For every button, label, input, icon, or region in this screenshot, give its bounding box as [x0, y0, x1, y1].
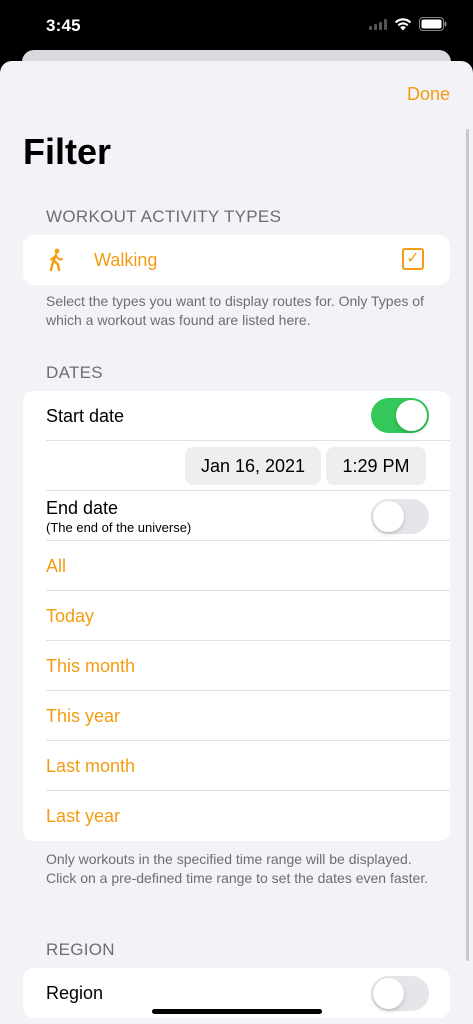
activity-row-walking[interactable]: Walking ✓	[23, 235, 450, 285]
preset-all[interactable]: All	[23, 541, 450, 591]
scroll-indicator[interactable]	[466, 129, 469, 961]
preset-today[interactable]: Today	[23, 591, 450, 641]
status-icons	[369, 17, 447, 31]
status-bar: 3:45	[0, 0, 473, 52]
done-button[interactable]: Done	[407, 84, 450, 105]
activity-types-card: Walking ✓	[23, 235, 450, 285]
preset-last-year[interactable]: Last year	[23, 791, 450, 841]
end-date-row: End date (The end of the universe)	[23, 491, 450, 541]
filter-sheet: Done Filter WORKOUT ACTIVITY TYPES Walki…	[0, 61, 473, 1024]
dates-footer: Only workouts in the specified time rang…	[46, 851, 429, 886]
home-indicator[interactable]	[152, 1009, 322, 1014]
start-time-picker[interactable]: 1:29 PM	[326, 447, 426, 485]
checkbox-walking[interactable]: ✓	[402, 248, 424, 270]
region-label: Region	[46, 982, 104, 1003]
status-time: 3:45	[46, 16, 81, 35]
cellular-signal-icon	[369, 18, 387, 30]
page-title: Filter	[23, 131, 112, 172]
region-toggle[interactable]	[371, 976, 429, 1011]
section-header-region: REGION	[46, 940, 115, 959]
wifi-icon	[394, 17, 412, 30]
start-date-label: Start date	[46, 405, 125, 426]
battery-icon	[419, 17, 447, 31]
dates-card: Start date Jan 16, 2021 1:29 PM End date…	[23, 391, 450, 841]
end-date-toggle[interactable]	[371, 499, 429, 534]
start-date-toggle[interactable]	[371, 398, 429, 433]
end-date-label: End date	[46, 497, 119, 518]
preset-last-month[interactable]: Last month	[23, 741, 450, 791]
activity-types-footer: Select the types you want to display rou…	[46, 293, 424, 328]
preset-this-year[interactable]: This year	[23, 691, 450, 741]
end-date-sublabel: (The end of the universe)	[46, 519, 192, 535]
preset-this-month[interactable]: This month	[23, 641, 450, 691]
start-date-picker[interactable]: Jan 16, 2021	[185, 447, 321, 485]
activity-label: Walking	[94, 249, 158, 270]
start-date-picker-row: Jan 16, 2021 1:29 PM	[23, 441, 450, 491]
start-date-row: Start date	[23, 391, 450, 441]
section-header-dates: DATES	[46, 363, 103, 382]
section-header-activity-types: WORKOUT ACTIVITY TYPES	[46, 207, 282, 226]
walking-figure-icon	[49, 248, 63, 272]
